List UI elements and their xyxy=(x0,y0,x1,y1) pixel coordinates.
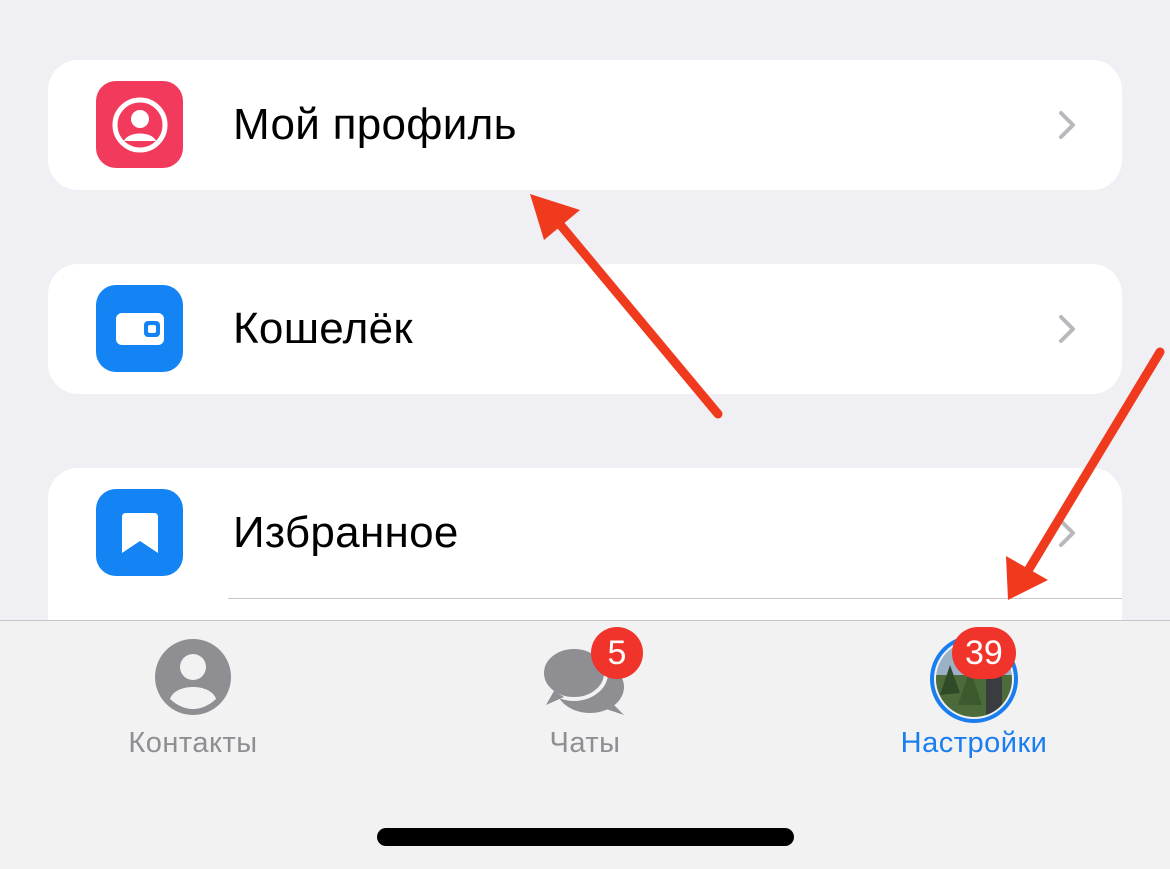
tab-label: Чаты xyxy=(549,727,621,759)
wallet-card: Кошелёк xyxy=(48,264,1122,394)
tab-contacts[interactable]: Контакты xyxy=(43,621,343,781)
row-separator xyxy=(228,598,1122,599)
chevron-right-icon xyxy=(1059,519,1075,547)
chevron-right-icon xyxy=(1059,111,1075,139)
tab-label: Настройки xyxy=(900,727,1048,759)
menu-item-wallet[interactable]: Кошелёк xyxy=(48,264,1122,394)
arrow-head xyxy=(530,194,580,240)
wallet-icon xyxy=(96,285,183,372)
tab-label: Контакты xyxy=(128,727,258,759)
menu-item-profile[interactable]: Мой профиль xyxy=(48,60,1122,190)
notification-badge: 39 xyxy=(952,627,1016,679)
bookmark-icon xyxy=(96,489,183,576)
person-icon xyxy=(155,639,231,715)
profile-card: Мой профиль xyxy=(48,60,1122,190)
chevron-right-icon xyxy=(1059,315,1075,343)
menu-item-favorites[interactable]: Избранное xyxy=(48,468,1122,599)
unread-badge: 5 xyxy=(591,627,643,679)
profile-icon xyxy=(96,81,183,168)
tab-chats[interactable]: 5 Чаты xyxy=(435,621,735,781)
menu-item-label: Кошелёк xyxy=(233,304,413,353)
home-indicator[interactable] xyxy=(377,828,794,846)
menu-item-label: Мой профиль xyxy=(233,100,517,149)
tab-settings[interactable]: 39 Настройки xyxy=(824,621,1124,781)
menu-item-label: Избранное xyxy=(233,508,459,557)
